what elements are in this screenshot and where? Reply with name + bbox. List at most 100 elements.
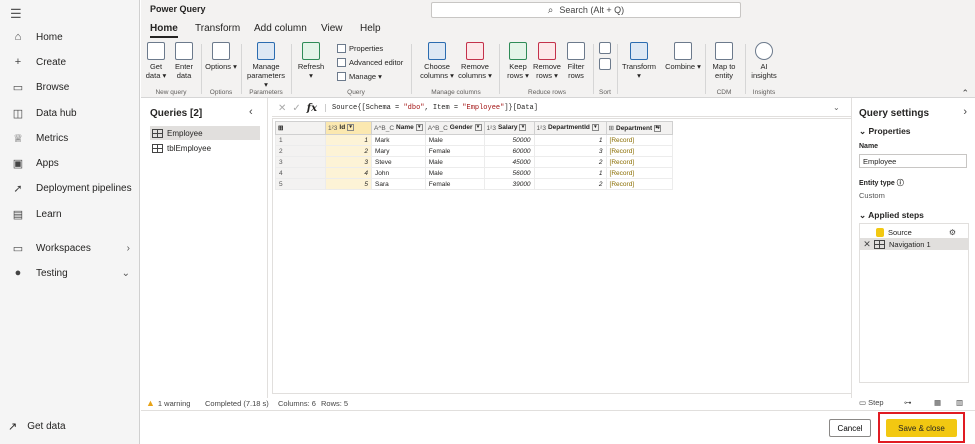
arrow-up-right-icon: ↗ [8, 421, 18, 433]
applied-steps-section[interactable]: ⌄ Applied steps [859, 210, 924, 221]
save-and-close-button[interactable]: Save & close [886, 419, 957, 437]
nav-item-label: Metrics [36, 132, 69, 144]
ai-insights-button[interactable]: AI insights [749, 42, 779, 80]
formula-input[interactable]: Source{[Schema = "dbo", Item = "Employee… [325, 104, 538, 112]
search-box[interactable]: ⌕ Search (Alt + Q) [431, 2, 741, 18]
nav-item-browse[interactable]: ▭ Browse [0, 76, 140, 98]
table-cell[interactable]: [Record] [605, 156, 673, 168]
nav-item-deployment-pipelines[interactable]: ➚ Deployment pipelines [0, 177, 140, 199]
filter-dropdown-icon[interactable]: ▾ [519, 124, 527, 132]
table-row: 2 2 Mary Female 60000 3 [Record] [275, 145, 673, 157]
filter-dropdown-icon[interactable]: ▾ [474, 124, 482, 132]
column-header-departmentid[interactable]: 1²3 DepartmentId ▾ [533, 121, 607, 135]
get-data-button[interactable]: Get data ▾ [145, 42, 167, 80]
cancel-button[interactable]: Cancel [829, 419, 871, 437]
table-cell[interactable]: [Record] [605, 178, 673, 190]
warnings-indicator[interactable]: ▲ 1 warning [146, 398, 190, 408]
query-name-input[interactable]: Employee [859, 154, 967, 168]
tab-view[interactable]: View [321, 23, 343, 34]
hamburger-menu-icon[interactable]: ☰ [10, 6, 22, 22]
remove-columns-button[interactable]: Remove columns ▾ [457, 42, 493, 80]
table-cell[interactable]: [Record] [605, 134, 673, 146]
get-data-link[interactable]: ↗ Get data [8, 420, 66, 433]
commit-formula-icon[interactable]: ✓ [292, 103, 300, 114]
workspace-avatar-icon: ● [14, 267, 22, 279]
column-header-id[interactable]: 1²3 Id ▾ [325, 121, 372, 135]
expand-formula-icon[interactable]: ⌄ [833, 103, 840, 112]
nav-item-label: Home [36, 31, 63, 43]
keep-rows-icon [509, 42, 527, 60]
nav-item-learn[interactable]: ▤ Learn [0, 203, 140, 225]
column-header-gender[interactable]: A^B_C Gender ▾ [424, 121, 485, 135]
table-cell: Sara [371, 178, 426, 190]
properties-button[interactable]: Properties [337, 44, 383, 53]
tab-help[interactable]: Help [360, 23, 381, 34]
table-icon [874, 239, 885, 249]
diagram-view-icon[interactable]: ⊶ [904, 398, 912, 407]
chevron-icon[interactable]: › [127, 243, 130, 254]
rocket-icon: ➚ [13, 182, 23, 195]
collapse-queries-icon[interactable]: ‹ [249, 106, 253, 118]
step-navigation[interactable]: ✕ Navigation 1 [860, 238, 968, 250]
collapse-settings-icon[interactable]: › [963, 106, 967, 118]
table-icon [152, 128, 163, 138]
sort-ascending-button[interactable] [597, 42, 613, 56]
nav-item-create[interactable]: + Create [0, 51, 140, 73]
nav-item-metrics[interactable]: ♕ Metrics [0, 127, 140, 149]
database-icon [876, 227, 884, 237]
gear-icon[interactable]: ⚙ [949, 228, 956, 237]
table-cell[interactable]: [Record] [605, 167, 673, 179]
manage-icon [337, 72, 346, 81]
column-header-name[interactable]: A^B_C Name ▾ [371, 121, 426, 135]
filter-rows-button[interactable]: Filter rows [563, 42, 589, 80]
tab-add-column[interactable]: Add column [254, 23, 307, 34]
schema-view-icon[interactable]: ▥ [956, 398, 963, 407]
keep-rows-button[interactable]: Keep rows ▾ [505, 42, 531, 80]
properties-section[interactable]: ⌄ Properties [859, 126, 911, 137]
transform-button[interactable]: Transform ▾ [621, 42, 657, 80]
get-data-label: Get data [27, 421, 66, 432]
filter-dropdown-icon[interactable]: ▾ [415, 124, 423, 132]
expand-column-icon[interactable]: ⇆ [654, 124, 662, 132]
advanced-editor-button[interactable]: Advanced editor [337, 58, 403, 67]
footer: Cancel Save & close [141, 410, 975, 444]
column-header-department[interactable]: ⊞ Department ⇆ [605, 121, 673, 135]
nav-item-data-hub[interactable]: ◫ Data hub [0, 102, 140, 124]
nav-item-label: Learn [36, 208, 62, 220]
tab-transform[interactable]: Transform [195, 23, 240, 34]
data-table: ⊞ 1²3 Id ▾ A^B_C Name ▾ A^B_C Gender ▾ 1²3 Sala… [275, 121, 673, 190]
step-view-button[interactable]: ▭ Step [859, 398, 884, 407]
column-header-salary[interactable]: 1²3 Salary ▾ [483, 121, 535, 135]
nav-item-apps[interactable]: ▣ Apps [0, 152, 140, 174]
manage-parameters-button[interactable]: Manage parameters ▾ [245, 42, 287, 89]
table-cell: 4 [325, 167, 372, 179]
sort-descending-button[interactable] [597, 58, 613, 72]
table-menu-icon[interactable]: ⊞ [275, 121, 326, 135]
map-to-entity-button[interactable]: Map to entity [709, 42, 739, 80]
chevron-icon[interactable]: ⌄ [122, 268, 130, 279]
choose-columns-button[interactable]: Choose columns ▾ [419, 42, 455, 80]
group-sort: Sort [599, 89, 611, 96]
filter-dropdown-icon[interactable]: ▾ [591, 124, 599, 132]
nav-item-workspaces[interactable]: ▭ Workspaces › [0, 237, 140, 259]
manage-button[interactable]: Manage ▾ [337, 72, 382, 81]
refresh-button[interactable]: Refresh ▾ [297, 42, 325, 80]
nav-item-testing[interactable]: ● Testing ⌄ [0, 262, 140, 284]
data-view-icon[interactable]: ▦ [934, 398, 941, 407]
query-item-employee[interactable]: Employee [150, 126, 260, 140]
table-cell[interactable]: [Record] [605, 145, 673, 157]
enter-data-button[interactable]: Enter data [171, 42, 197, 80]
tab-home[interactable]: Home [150, 23, 178, 38]
group-reduce-rows: Reduce rows [528, 89, 566, 96]
step-source[interactable]: Source ⚙ [860, 226, 968, 238]
nav-item-home[interactable]: ⌂ Home [0, 26, 140, 48]
remove-rows-button[interactable]: Remove rows ▾ [533, 42, 561, 80]
cancel-formula-icon[interactable]: ✕ [278, 103, 286, 114]
refresh-icon [302, 42, 320, 60]
table-cell: Male [424, 167, 485, 179]
delete-step-icon[interactable]: ✕ [860, 239, 874, 250]
options-button[interactable]: Options ▾ [205, 42, 237, 71]
query-item-tblemployee[interactable]: tblEmployee [150, 141, 260, 155]
combine-button[interactable]: Combine ▾ [665, 42, 701, 71]
filter-dropdown-icon[interactable]: ▾ [347, 124, 355, 132]
